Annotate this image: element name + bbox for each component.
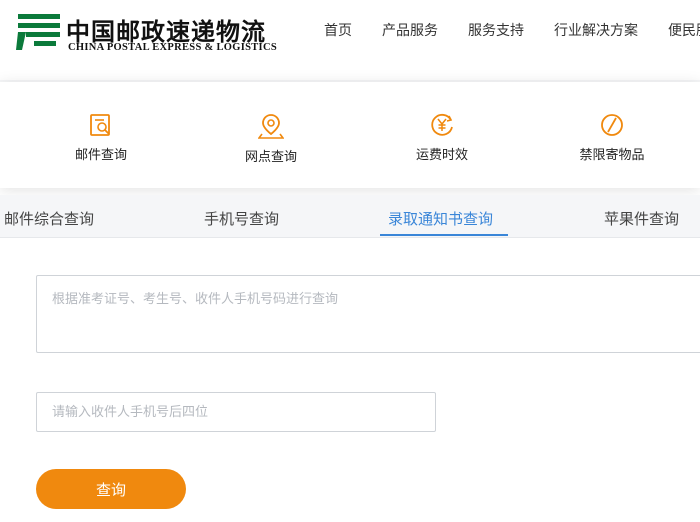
quick-link-label: 邮件查询: [74, 148, 127, 163]
nav-item-home[interactable]: 首页: [324, 20, 352, 40]
quick-link-prohibited-items[interactable]: 禁限寄物品: [570, 112, 654, 163]
nav-item-products[interactable]: 产品服务: [382, 20, 438, 40]
quick-link-mail-query[interactable]: 邮件查询: [64, 112, 138, 163]
phone-input-wrapper: [36, 392, 436, 432]
query-tabs: 邮件综合查询 手机号查询 录取通知书查询 苹果件查询: [0, 195, 700, 238]
quick-link-label: 网点查询: [244, 150, 297, 165]
phone-last-four-input[interactable]: [37, 393, 435, 431]
quick-link-label: 运费时效: [415, 148, 468, 163]
brand-name-en: CHINA POSTAL EXPRESS & LOGISTICS: [68, 42, 277, 53]
location-pin-icon: [258, 114, 284, 139]
prohibited-icon: [601, 114, 623, 136]
tab-admission-letter[interactable]: 录取通知书查询: [388, 208, 493, 229]
tab-mail-general[interactable]: 邮件综合查询: [4, 208, 94, 229]
brand-logo[interactable]: 中国邮政速递物流 CHINA POSTAL EXPRESS & LOGISTIC…: [16, 10, 277, 58]
yuan-clock-icon: [431, 113, 453, 136]
site-header: 中国邮政速递物流 CHINA POSTAL EXPRESS & LOGISTIC…: [0, 0, 700, 82]
query-submit-button[interactable]: 查询: [36, 469, 186, 509]
query-textarea[interactable]: [37, 276, 700, 352]
tab-phone-query[interactable]: 手机号查询: [204, 208, 279, 229]
china-post-logo-icon: [16, 14, 60, 50]
nav-item-support[interactable]: 服务支持: [468, 20, 524, 40]
mail-search-icon: [90, 114, 110, 136]
active-tab-indicator: [380, 234, 508, 236]
nav-item-solutions[interactable]: 行业解决方案: [554, 20, 638, 40]
quick-link-outlet-query[interactable]: 网点查询: [234, 112, 308, 165]
quick-link-label: 禁限寄物品: [579, 148, 645, 163]
quick-links-bar: 邮件查询 网点查询 运费时效 禁限寄物品: [0, 82, 700, 188]
query-textarea-wrapper: [36, 275, 700, 353]
quick-link-freight-time[interactable]: 运费时效: [405, 112, 479, 163]
nav-item-convenience[interactable]: 便民服务: [668, 20, 700, 40]
tab-apple-item[interactable]: 苹果件查询: [604, 208, 679, 229]
